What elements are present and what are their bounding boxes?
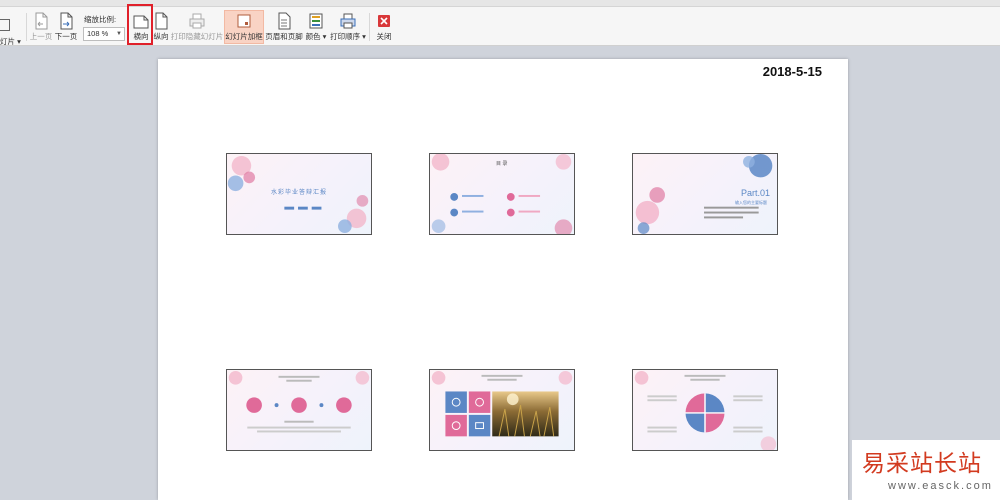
slide-3-title: Part.01 xyxy=(741,188,771,198)
header-footer-button[interactable]: 页眉和页脚 xyxy=(265,10,303,44)
printer-icon xyxy=(189,13,205,29)
color-button[interactable]: 颜色 ▾ xyxy=(305,10,327,44)
slide-thumbnail-6[interactable] xyxy=(632,369,778,451)
prev-page-button[interactable]: 上一页 xyxy=(30,10,52,44)
close-button[interactable]: 关闭 xyxy=(373,10,395,44)
prev-page-label: 上一页 xyxy=(29,32,53,41)
print-order-label: 打印顺序 ▾ xyxy=(330,32,366,41)
print-hidden-slides-label: 打印隐藏幻灯片 xyxy=(170,32,224,41)
color-label: 颜色 ▾ xyxy=(305,32,327,41)
zoom-value: 108 % xyxy=(87,29,109,38)
site-watermark: 易采站长站 www.easck.com xyxy=(852,440,1000,500)
slides-dropdown-label[interactable]: 灯片 ▾ xyxy=(0,36,21,47)
slide-frame-button[interactable]: 幻灯片加框 xyxy=(224,10,264,44)
slide-thumbnail-4[interactable] xyxy=(226,369,372,451)
print-order-button[interactable]: 打印顺序 ▾ xyxy=(330,10,366,44)
slide-1-title: 水彩毕业答辩汇报 xyxy=(271,190,328,196)
slide-thumbnail-1[interactable]: 水彩毕业答辩汇报 xyxy=(226,153,372,235)
slide-2-title: 目 录 xyxy=(496,161,508,167)
slides-icon[interactable] xyxy=(0,19,10,31)
slide-thumbnail-3[interactable]: Part.01 输入您的主要标题 xyxy=(632,153,778,235)
zoom-select[interactable]: 108 % ▼ xyxy=(83,27,125,41)
print-hidden-slides-button[interactable]: 打印隐藏幻灯片 xyxy=(170,10,224,44)
slide-thumbnail-5[interactable] xyxy=(429,369,575,451)
next-page-label: 下一页 xyxy=(54,32,78,41)
watermark-url: www.easck.com xyxy=(888,480,993,492)
print-order-icon xyxy=(340,13,356,29)
next-page-button[interactable]: 下一页 xyxy=(55,10,77,44)
close-label: 关闭 xyxy=(376,32,392,41)
page-date: 2018-5-15 xyxy=(762,64,822,79)
slide-3-subtitle: 输入您的主要标题 xyxy=(735,200,767,205)
chevron-down-icon: ▼ xyxy=(116,31,122,37)
next-page-icon xyxy=(60,12,73,30)
prev-page-icon xyxy=(35,12,48,30)
color-palette-icon xyxy=(309,13,323,29)
toolbar-separator xyxy=(369,13,370,41)
slide-frame-label: 幻灯片加框 xyxy=(225,32,263,41)
watermark-title: 易采站长站 xyxy=(862,451,982,477)
print-preview-page: 2018-5-15 水彩毕业答辩汇报 目 录 Part.01 输入您的主要标题 xyxy=(158,59,848,500)
zoom-label: 缩放比例: xyxy=(84,15,117,24)
portrait-page-icon xyxy=(155,12,168,30)
header-footer-icon xyxy=(278,12,291,30)
toolbar-separator xyxy=(26,13,27,41)
slide-5-art xyxy=(431,370,573,437)
slide-thumbnail-2[interactable]: 目 录 xyxy=(429,153,575,235)
close-icon xyxy=(378,15,390,27)
slide-frame-icon xyxy=(237,14,251,28)
portrait-label: 纵向 xyxy=(153,32,169,41)
landscape-highlight-box xyxy=(127,4,153,45)
slide-6-art xyxy=(634,370,777,450)
header-footer-label: 页眉和页脚 xyxy=(265,32,303,41)
slide-4-art xyxy=(228,370,370,433)
portrait-button[interactable]: 纵向 xyxy=(151,10,171,44)
